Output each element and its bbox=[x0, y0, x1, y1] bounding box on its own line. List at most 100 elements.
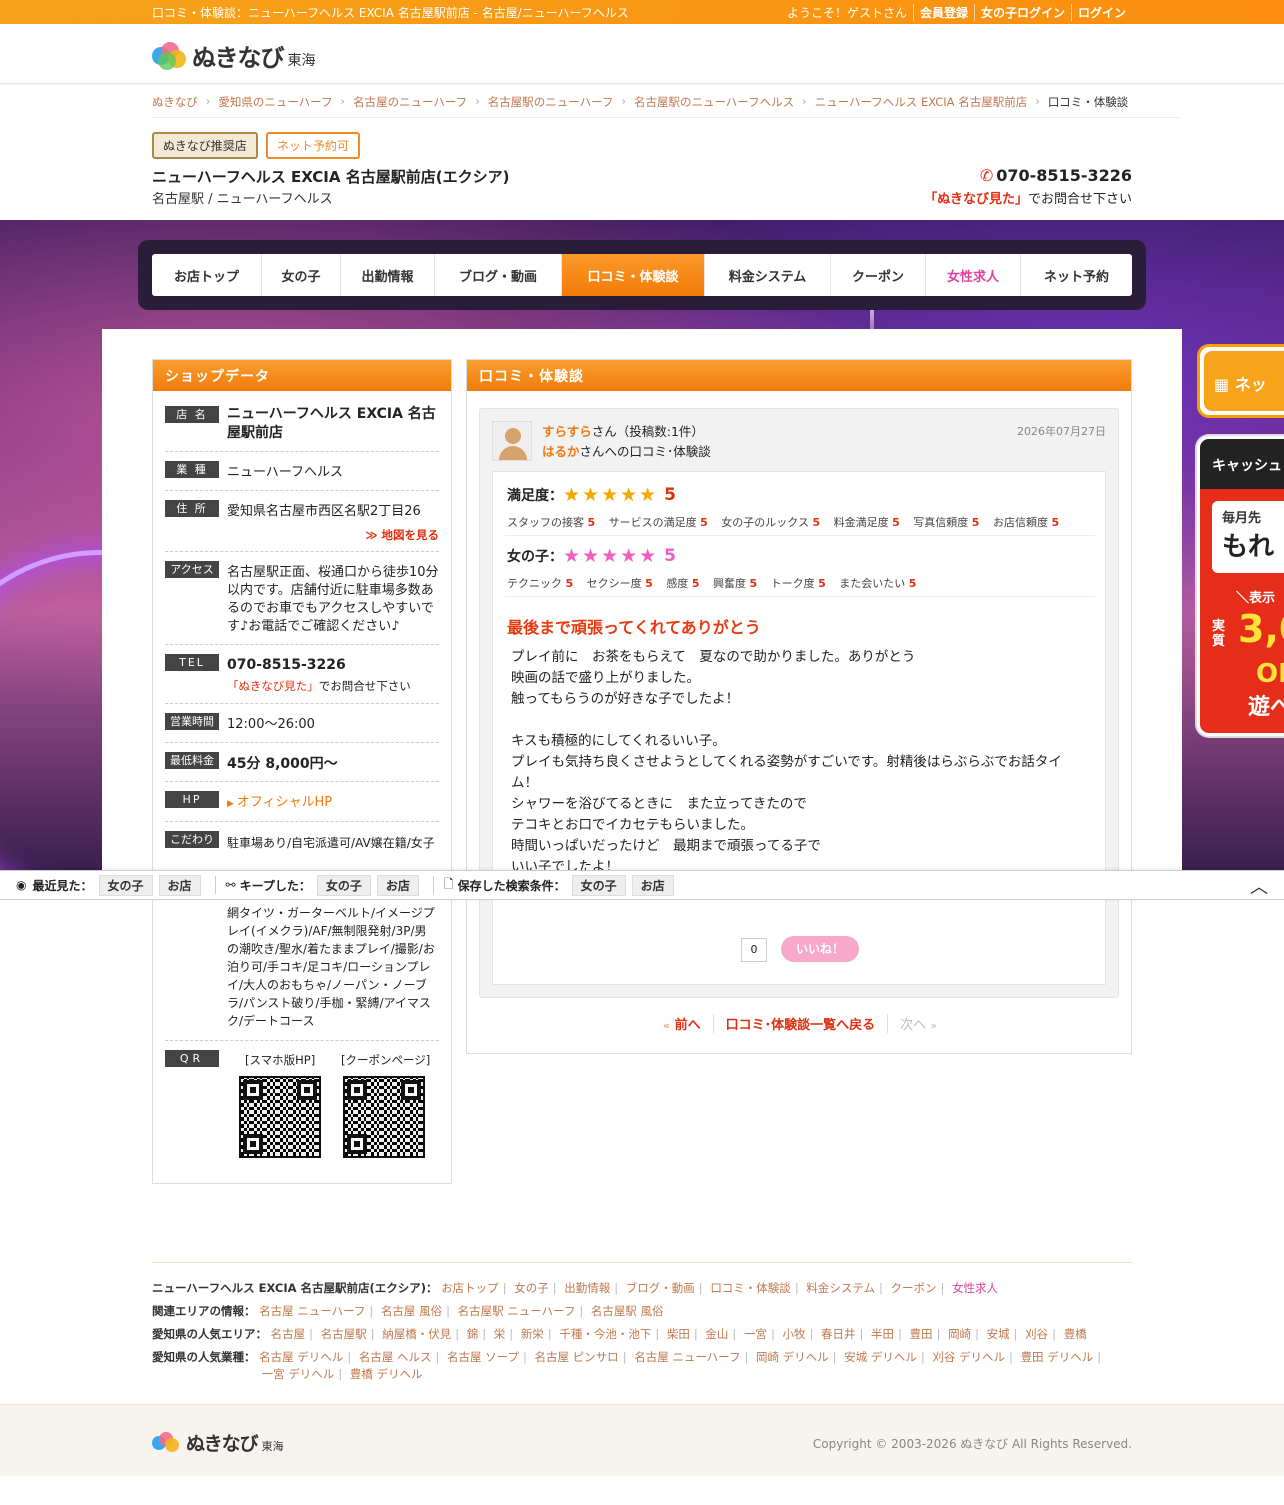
saved-search-label: 保存した検索条件： bbox=[457, 878, 566, 893]
footer-link[interactable]: 名古屋 ピンサロ bbox=[535, 1350, 619, 1364]
tel-note: でお問合せ下さい bbox=[318, 679, 411, 693]
like-button[interactable]: いいね！ bbox=[781, 936, 859, 962]
qr-code-smartphone bbox=[239, 1076, 321, 1158]
footer-link[interactable]: 名古屋 風俗 bbox=[381, 1304, 442, 1318]
shop-name-value: ニューハーフヘルス EXCIA 名古屋駅前店 bbox=[227, 406, 436, 441]
tab-price-system[interactable]: 料金システム bbox=[705, 254, 831, 296]
satisfaction-stars-icon: ★★★★★ bbox=[563, 484, 659, 506]
footer-link[interactable]: 出勤情報 bbox=[564, 1281, 610, 1295]
footer-link[interactable]: 名古屋 ニューハーフ bbox=[634, 1350, 740, 1364]
shop-hours-row: 営業時間 12:00〜26:00 bbox=[165, 704, 439, 743]
footer-link[interactable]: 女性求人 bbox=[952, 1281, 998, 1295]
map-link[interactable]: ≫ 地図を見る bbox=[165, 527, 439, 543]
footer-link[interactable]: 千種・今池・池下 bbox=[559, 1327, 651, 1341]
footer-logo[interactable]: ぬきなび 東海 bbox=[152, 1429, 284, 1456]
shop-hours-label: 営業時間 bbox=[165, 713, 219, 730]
footer-link[interactable]: 豊橋 デリヘル bbox=[350, 1367, 423, 1381]
site-logo[interactable]: ぬきなび 東海 bbox=[152, 38, 316, 73]
logo-text: ぬきなび bbox=[192, 44, 285, 72]
tab-net-reserve[interactable]: ネット予約 bbox=[1021, 254, 1132, 296]
shop-type-label: 業 種 bbox=[165, 461, 219, 478]
reviewer-name[interactable]: すらすら bbox=[542, 424, 592, 439]
footer-link[interactable]: 安城 bbox=[987, 1327, 1010, 1341]
tab-girls[interactable]: 女の子 bbox=[262, 254, 341, 296]
tab-schedule[interactable]: 出勤情報 bbox=[341, 254, 435, 296]
footer-link[interactable]: 金山 bbox=[705, 1327, 728, 1341]
footer-link[interactable]: 新栄 bbox=[521, 1327, 544, 1341]
footer-link[interactable]: 豊橋 bbox=[1064, 1327, 1087, 1341]
footer-link[interactable]: 名古屋駅 ニューハーフ bbox=[458, 1304, 576, 1318]
shop-address-row: 住 所 愛知県名古屋市西区名駅2丁目26 ≫ 地図を見る bbox=[165, 491, 439, 552]
breadcrumb-item[interactable]: ぬきなび bbox=[152, 94, 198, 110]
register-link[interactable]: 会員登録 bbox=[920, 6, 968, 20]
footer-link[interactable]: 納屋橋・伏見 bbox=[382, 1327, 451, 1341]
footer-link[interactable]: 一宮 デリヘル bbox=[262, 1367, 335, 1381]
copyright: Copyright © 2003-2026 ぬきなび All Rights Re… bbox=[812, 1437, 1132, 1451]
tab-coupon[interactable]: クーポン bbox=[831, 254, 926, 296]
footer-link[interactable]: 名古屋 ニューハーフ bbox=[259, 1304, 365, 1318]
footer-link[interactable]: 豊田 デリヘル bbox=[1021, 1350, 1094, 1364]
footer-link[interactable]: 料金システム bbox=[806, 1281, 875, 1295]
shop-price-row: 最低料金 45分 8,000円〜 bbox=[165, 743, 439, 782]
footer-link[interactable]: 錦 bbox=[467, 1327, 479, 1341]
footer-link[interactable]: 名古屋 ヘルス bbox=[359, 1350, 432, 1364]
keep-girls-button[interactable]: 女の子 bbox=[316, 874, 371, 896]
double-chevron-right-icon: » bbox=[930, 1019, 938, 1032]
girl-name-link[interactable]: はるか bbox=[542, 444, 580, 459]
footer-link[interactable]: 名古屋 bbox=[271, 1327, 306, 1341]
footer-link[interactable]: ブログ・動画 bbox=[626, 1281, 695, 1295]
back-to-list-link[interactable]: 口コミ･体験談一覧へ戻る bbox=[714, 1014, 889, 1033]
footer-link[interactable]: 刈谷 デリヘル bbox=[932, 1350, 1005, 1364]
footer-link[interactable]: 刈谷 bbox=[1025, 1327, 1048, 1341]
saved-girls-button[interactable]: 女の子 bbox=[571, 874, 626, 896]
breadcrumb-item[interactable]: ニューハーフヘルス EXCIA 名古屋駅前店 bbox=[815, 94, 1028, 110]
footer-link[interactable]: 岡崎 bbox=[948, 1327, 971, 1341]
recent-label: 最近見た： bbox=[32, 878, 93, 893]
recent-girls-button[interactable]: 女の子 bbox=[98, 874, 153, 896]
breadcrumb-item[interactable]: 愛知県のニューハーフ bbox=[218, 94, 332, 110]
footer-link[interactable]: 名古屋 ソープ bbox=[447, 1350, 519, 1364]
footer-link[interactable]: 一宮 bbox=[744, 1327, 767, 1341]
tab-shop-top[interactable]: お店トップ bbox=[152, 254, 262, 296]
girl-login-link[interactable]: 女の子ログイン bbox=[981, 6, 1065, 20]
footer-link[interactable]: 小牧 bbox=[782, 1327, 805, 1341]
cashback-banner[interactable]: キャッシュ 毎月先 もれ ＼表示 実質 3,0 OI 遊べ bbox=[1197, 436, 1284, 736]
chevron-up-icon[interactable]: ︿ bbox=[1250, 873, 1268, 899]
footer-link[interactable]: 豊田 bbox=[910, 1327, 933, 1341]
recent-shops-button[interactable]: お店 bbox=[158, 874, 201, 896]
footer-link[interactable]: 栄 bbox=[494, 1327, 506, 1341]
breadcrumb-item[interactable]: 名古屋駅のニューハーフヘルス bbox=[634, 94, 794, 110]
review-body: 満足度： ★★★★★ 5 スタッフの接客 5 サービスの満足度 5 女の子のルッ… bbox=[492, 471, 1106, 985]
login-link[interactable]: ログイン bbox=[1078, 6, 1126, 20]
footer-link[interactable]: 名古屋駅 bbox=[321, 1327, 367, 1341]
shop-phone[interactable]: ✆ 070-8515-3226 bbox=[980, 166, 1132, 185]
footer-link[interactable]: 名古屋 デリヘル bbox=[259, 1350, 343, 1364]
footer-link[interactable]: 女の子 bbox=[514, 1281, 549, 1295]
shop-type-value: ニューハーフヘルス bbox=[227, 465, 343, 480]
footer-link[interactable]: 柴田 bbox=[667, 1327, 690, 1341]
tab-female-recruit[interactable]: 女性求人 bbox=[926, 254, 1021, 296]
tab-blog-video[interactable]: ブログ・動画 bbox=[435, 254, 562, 296]
footer-link[interactable]: 春日井 bbox=[821, 1327, 856, 1341]
footer-link[interactable]: お店トップ bbox=[441, 1281, 499, 1295]
tab-reviews[interactable]: 口コミ・体験談 bbox=[562, 254, 705, 296]
saved-shops-button[interactable]: お店 bbox=[631, 874, 674, 896]
breadcrumb-item[interactable]: 名古屋駅のニューハーフ bbox=[488, 94, 614, 110]
net-reserve-banner[interactable]: ▦ ネッ bbox=[1197, 344, 1284, 418]
phone-note: 「ぬきなび見た」でお問合せ下さい bbox=[924, 192, 1132, 207]
girl-rating-label: 女の子： bbox=[507, 549, 563, 565]
tel-note-red: 「ぬきなび見た」 bbox=[227, 679, 319, 693]
prev-link[interactable]: « 前へ bbox=[651, 1014, 714, 1033]
footer-link[interactable]: 名古屋駅 風俗 bbox=[591, 1304, 664, 1318]
footer-link[interactable]: クーポン bbox=[891, 1281, 937, 1295]
breadcrumb-item[interactable]: 名古屋のニューハーフ bbox=[353, 94, 467, 110]
footer-link[interactable]: 安城 デリヘル bbox=[844, 1350, 917, 1364]
footer-link[interactable]: 口コミ・体験談 bbox=[710, 1281, 791, 1295]
shop-tel-value[interactable]: 070-8515-3226 bbox=[227, 657, 346, 673]
keep-shops-button[interactable]: お店 bbox=[376, 874, 419, 896]
next-link[interactable]: 次へ » bbox=[888, 1014, 949, 1033]
footer-link[interactable]: 岡崎 デリヘル bbox=[756, 1350, 829, 1364]
official-hp-link[interactable]: オフィシャルHP bbox=[237, 795, 332, 810]
footer-link[interactable]: 半田 bbox=[871, 1327, 894, 1341]
page-title: 口コミ・体験談：ニューハーフヘルス EXCIA 名古屋駅前店 - 名古屋/ニュー… bbox=[152, 6, 629, 20]
